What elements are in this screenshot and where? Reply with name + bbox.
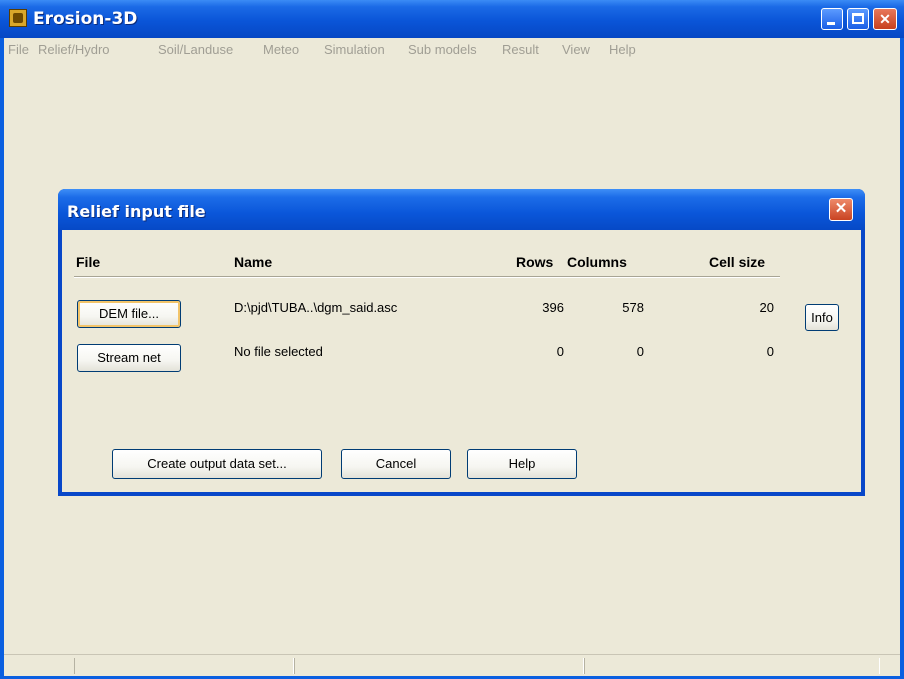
status-pane <box>74 658 294 674</box>
dem-rows-value: 396 <box>542 300 564 315</box>
dem-file-name: D:\pjd\TUBA..\dgm_said.asc <box>234 300 398 315</box>
stream-net-button[interactable]: Stream net <box>77 344 181 372</box>
menu-result[interactable]: Result <box>502 42 539 57</box>
dialog-close-button[interactable]: ✕ <box>829 198 853 221</box>
dialog-titlebar[interactable]: Relief input file ✕ <box>58 189 865 230</box>
header-columns: Columns <box>567 254 627 270</box>
info-button[interactable]: Info <box>805 304 839 331</box>
resize-grip-icon[interactable] <box>888 664 898 674</box>
menu-meteo[interactable]: Meteo <box>263 42 299 57</box>
cancel-button[interactable]: Cancel <box>341 449 451 479</box>
menu-view[interactable]: View <box>562 42 590 57</box>
header-rows: Rows <box>516 254 554 270</box>
create-output-button[interactable]: Create output data set... <box>112 449 322 479</box>
header-file: File <box>76 254 101 270</box>
status-pane <box>294 658 584 674</box>
stream-cell-size-value: 0 <box>766 344 774 359</box>
close-icon: ✕ <box>879 11 891 27</box>
maximize-button[interactable] <box>847 8 869 30</box>
header-name: Name <box>234 254 273 270</box>
header-cell-size: Cell size <box>709 254 766 270</box>
menu-relief-hydro[interactable]: Relief/Hydro <box>38 42 110 57</box>
dialog-body: File Name Rows Columns Cell size DEM fil… <box>62 230 861 492</box>
close-icon: ✕ <box>834 200 848 217</box>
app-titlebar[interactable]: Erosion-3D ✕ <box>0 0 904 38</box>
relief-input-dialog: Relief input file ✕ File Name Rows Colum… <box>58 189 865 496</box>
app-title: Erosion-3D <box>33 9 138 29</box>
minimize-icon <box>827 22 835 25</box>
stream-net-file-name: No file selected <box>234 344 323 359</box>
dem-file-button[interactable]: DEM file... <box>77 300 181 328</box>
menu-soil-landuse[interactable]: Soil/Landuse <box>158 42 233 57</box>
dem-cell-size-value: 20 <box>759 300 774 315</box>
menu-sub-models[interactable]: Sub models <box>408 42 477 57</box>
help-button[interactable]: Help <box>467 449 577 479</box>
menu-bar: File Relief/Hydro Soil/Landuse Meteo Sim… <box>4 38 900 60</box>
stream-columns-value: 0 <box>636 344 644 359</box>
dialog-title: Relief input file <box>67 202 206 221</box>
maximize-icon <box>852 13 864 24</box>
close-button[interactable]: ✕ <box>873 8 897 30</box>
menu-help[interactable]: Help <box>609 42 636 57</box>
header-divider <box>74 276 780 278</box>
menu-simulation[interactable]: Simulation <box>324 42 385 57</box>
menu-file[interactable]: File <box>8 42 29 57</box>
minimize-button[interactable] <box>821 8 843 30</box>
app-icon[interactable] <box>9 9 27 27</box>
stream-rows-value: 0 <box>556 344 564 359</box>
status-pane <box>584 658 880 674</box>
dem-columns-value: 578 <box>622 300 644 315</box>
status-bar <box>4 654 900 676</box>
